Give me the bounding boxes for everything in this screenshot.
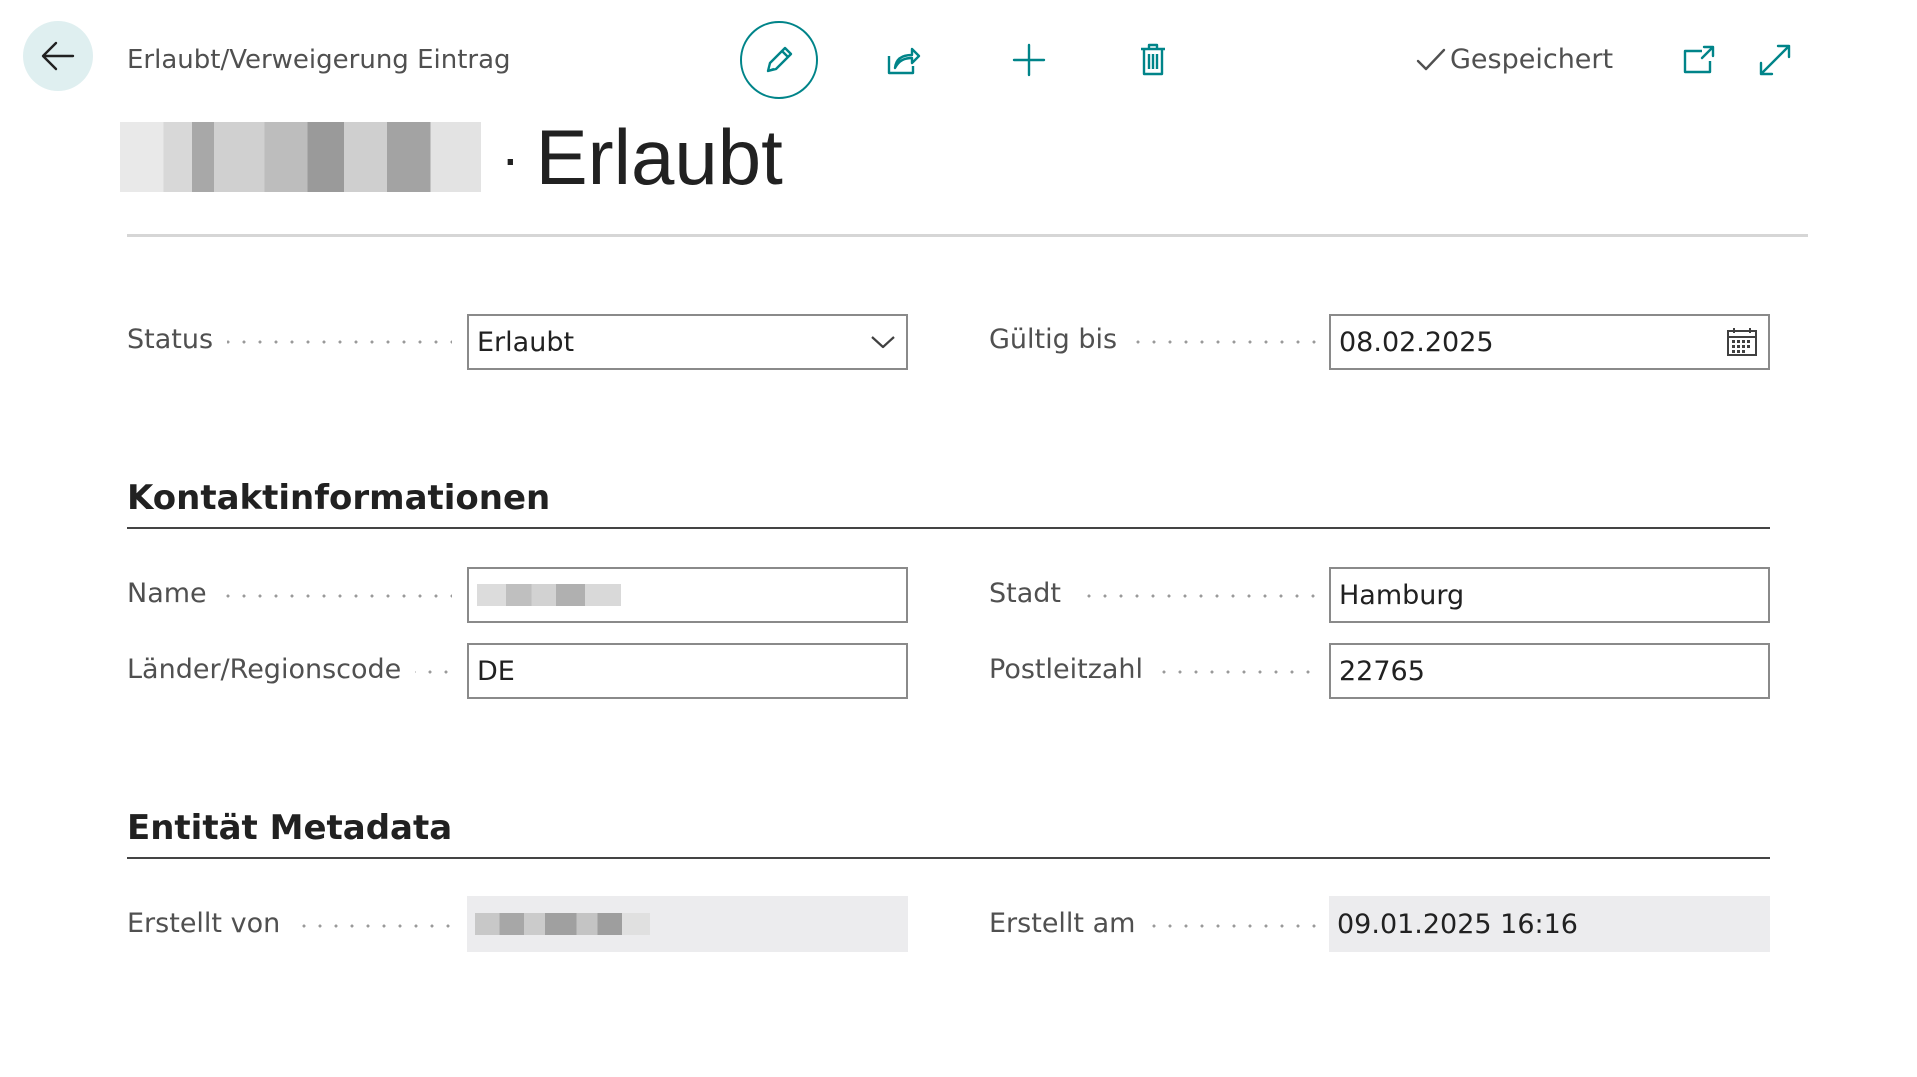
created-by-field: [467, 896, 908, 952]
created-at-dots: [1130, 924, 1320, 928]
status-dots: [220, 340, 452, 344]
created-at-label: Erstellt am: [989, 908, 1150, 939]
status-label: Status: [127, 324, 228, 355]
delete-button[interactable]: [1130, 37, 1176, 83]
redacted-record-name: [120, 122, 481, 192]
open-in-new-window-button[interactable]: [1676, 37, 1722, 83]
open-in-new-window-icon: [1683, 45, 1715, 74]
metadata-section-title[interactable]: Entität Metadata: [127, 808, 452, 848]
page-caption: Erlaubt/Verweigerung Eintrag: [127, 45, 511, 75]
share-button[interactable]: [880, 37, 926, 83]
expand-button[interactable]: [1752, 37, 1798, 83]
created-by-label: Erstellt von: [127, 908, 295, 939]
plus-icon: [1012, 43, 1046, 77]
city-label: Stadt: [989, 578, 1075, 609]
country-value: DE: [477, 655, 515, 687]
saved-status-label: Gespeichert: [1450, 44, 1614, 75]
postcode-value: 22765: [1339, 655, 1425, 687]
expand-icon: [1759, 44, 1791, 76]
name-input[interactable]: [467, 567, 908, 623]
postcode-input[interactable]: 22765: [1329, 643, 1770, 699]
created-by-dots: [280, 924, 452, 928]
valid-until-value: 08.02.2025: [1339, 326, 1494, 358]
postcode-dots: [1140, 670, 1320, 674]
contact-section-title[interactable]: Kontaktinformationen: [127, 478, 550, 518]
title-separator: ·: [501, 125, 520, 189]
edit-button[interactable]: [740, 21, 818, 99]
chevron-down-icon: [870, 334, 896, 350]
back-button[interactable]: [23, 21, 93, 91]
valid-until-input[interactable]: 08.02.2025: [1329, 314, 1770, 370]
city-dots: [1065, 594, 1320, 598]
calendar-icon[interactable]: [1726, 327, 1758, 357]
record-title: · Erlaubt: [120, 112, 783, 202]
name-label: Name: [127, 578, 221, 609]
valid-until-label: Gültig bis: [989, 324, 1132, 355]
redacted-name-value: [477, 584, 621, 606]
metadata-section-divider: [127, 857, 1770, 859]
checkmark-icon: [1416, 48, 1446, 70]
status-value: Erlaubt: [477, 326, 575, 358]
created-at-field: 09.01.2025 16:16: [1329, 896, 1770, 952]
trash-icon: [1141, 43, 1165, 76]
new-button[interactable]: [1006, 37, 1052, 83]
country-input[interactable]: DE: [467, 643, 908, 699]
record-status-title: Erlaubt: [535, 113, 783, 201]
share-icon: [887, 47, 921, 75]
status-dropdown[interactable]: Erlaubt: [467, 314, 908, 370]
redacted-created-by-value: [475, 913, 650, 935]
valid-until-dots: [1130, 340, 1320, 344]
postcode-label: Postleitzahl: [989, 654, 1158, 685]
name-dots: [220, 594, 452, 598]
title-divider: [127, 234, 1808, 237]
saved-status: Gespeichert: [1416, 44, 1613, 75]
contact-section-divider: [127, 527, 1770, 529]
pencil-icon: [766, 46, 793, 73]
city-input[interactable]: Hamburg: [1329, 567, 1770, 623]
city-value: Hamburg: [1339, 579, 1465, 611]
arrow-left-icon: [41, 41, 75, 71]
created-at-value: 09.01.2025 16:16: [1337, 908, 1578, 940]
country-label: Länder/Regionscode: [127, 654, 416, 685]
